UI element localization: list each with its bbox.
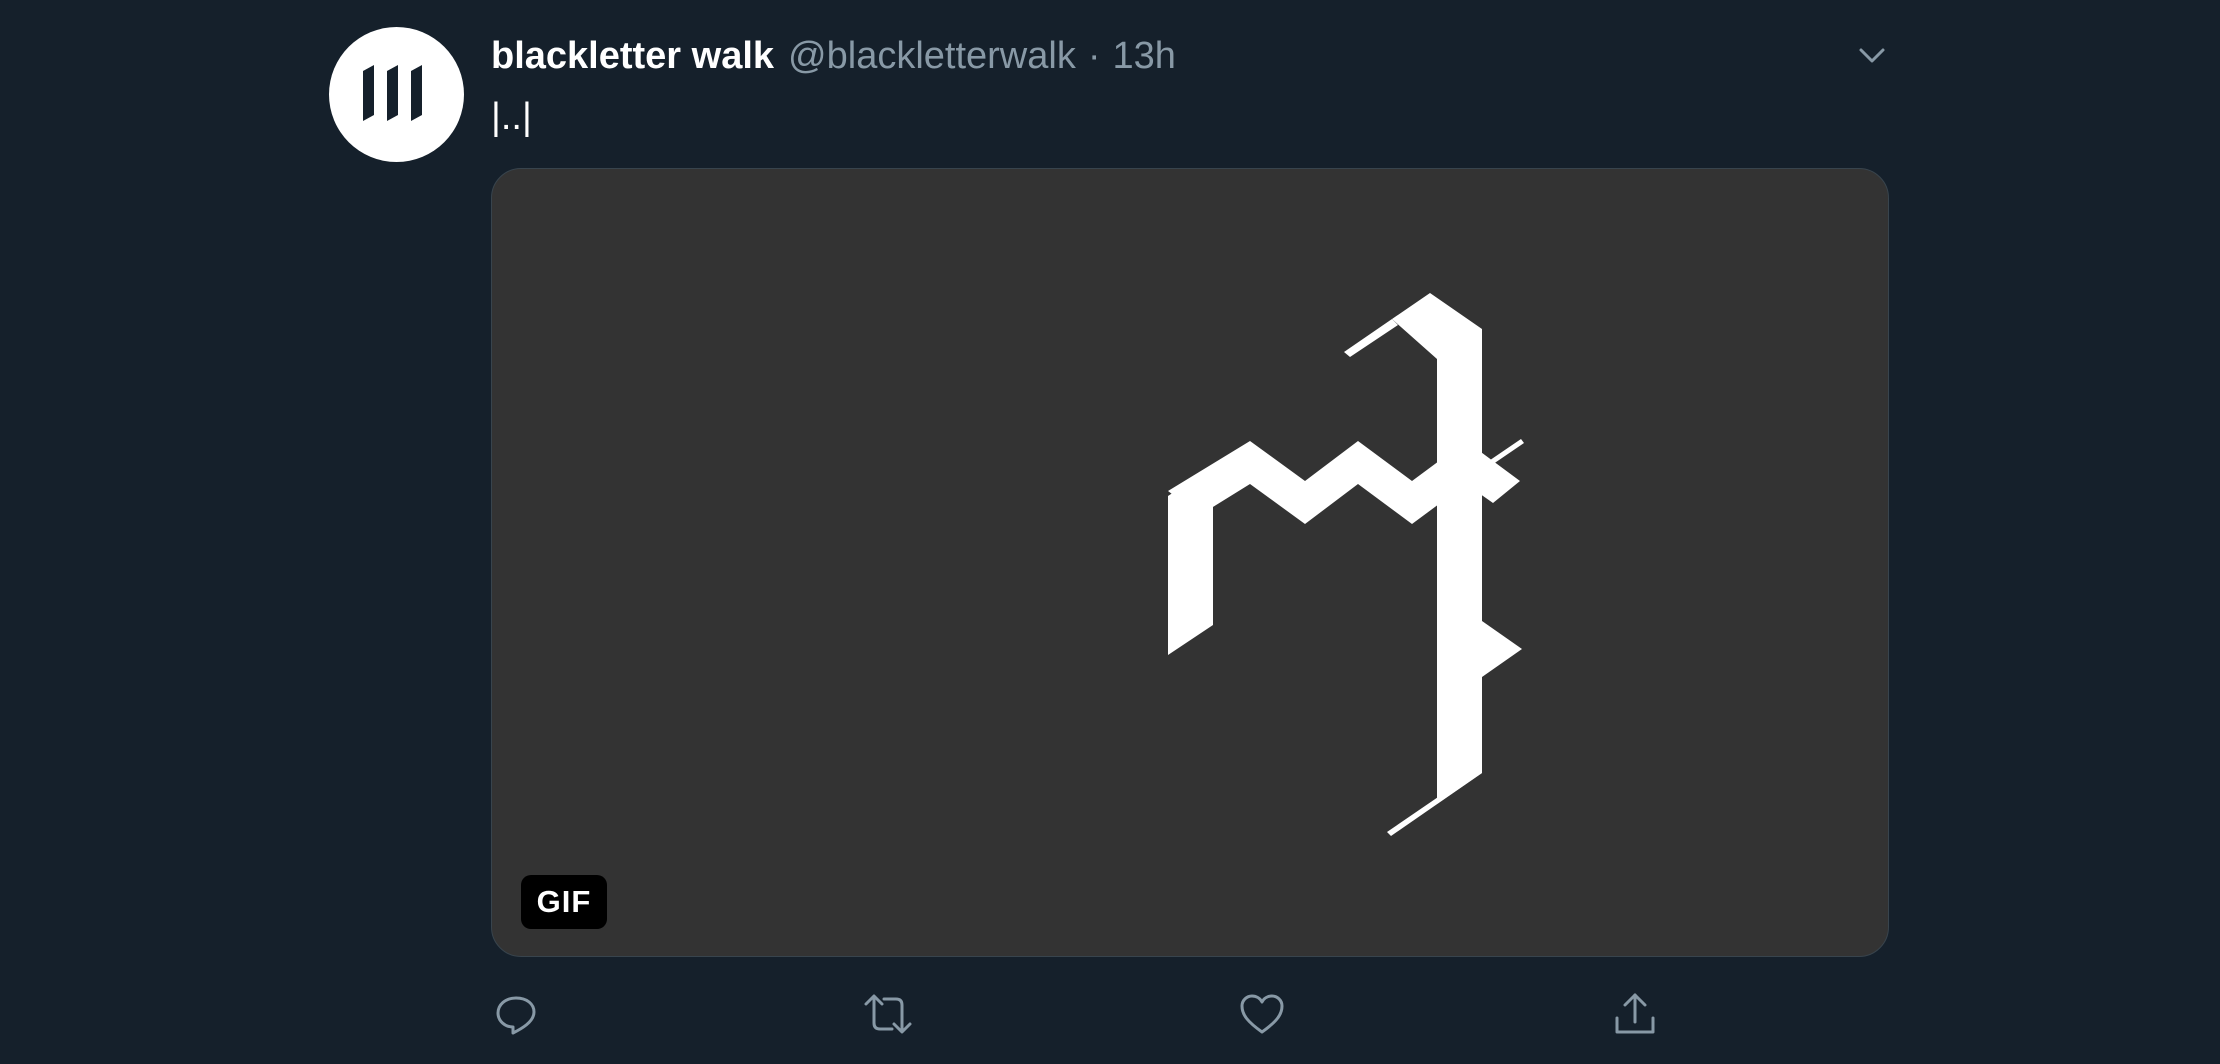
heart-icon [1240,994,1284,1034]
tweet: blackletter walk @blackletterwalk · 13h … [0,0,2220,1064]
like-button[interactable] [1232,984,1292,1044]
tweet-header: blackletter walk @blackletterwalk · 13h [491,28,1176,84]
tweet-text: |..| [491,96,532,138]
retweet-button[interactable] [858,984,918,1044]
retweet-icon [864,994,912,1034]
separator-dot: · [1087,34,1101,77]
avatar[interactable] [329,27,464,162]
share-button[interactable] [1605,984,1665,1044]
tweet-media-gif[interactable]: GIF [491,168,1889,957]
gif-badge: GIF [521,875,607,929]
user-handle[interactable]: @blackletterwalk [788,35,1076,78]
reply-icon [496,996,536,1035]
chevron-down-icon [1859,48,1885,63]
timestamp[interactable]: 13h [1113,35,1176,78]
blackletter-logo-icon [363,65,422,121]
display-name[interactable]: blackletter walk [491,35,774,78]
more-options-button[interactable] [1846,30,1898,82]
blackletter-glyph-image [1168,293,1524,836]
reply-button[interactable] [486,984,546,1044]
share-icon [1615,993,1655,1034]
